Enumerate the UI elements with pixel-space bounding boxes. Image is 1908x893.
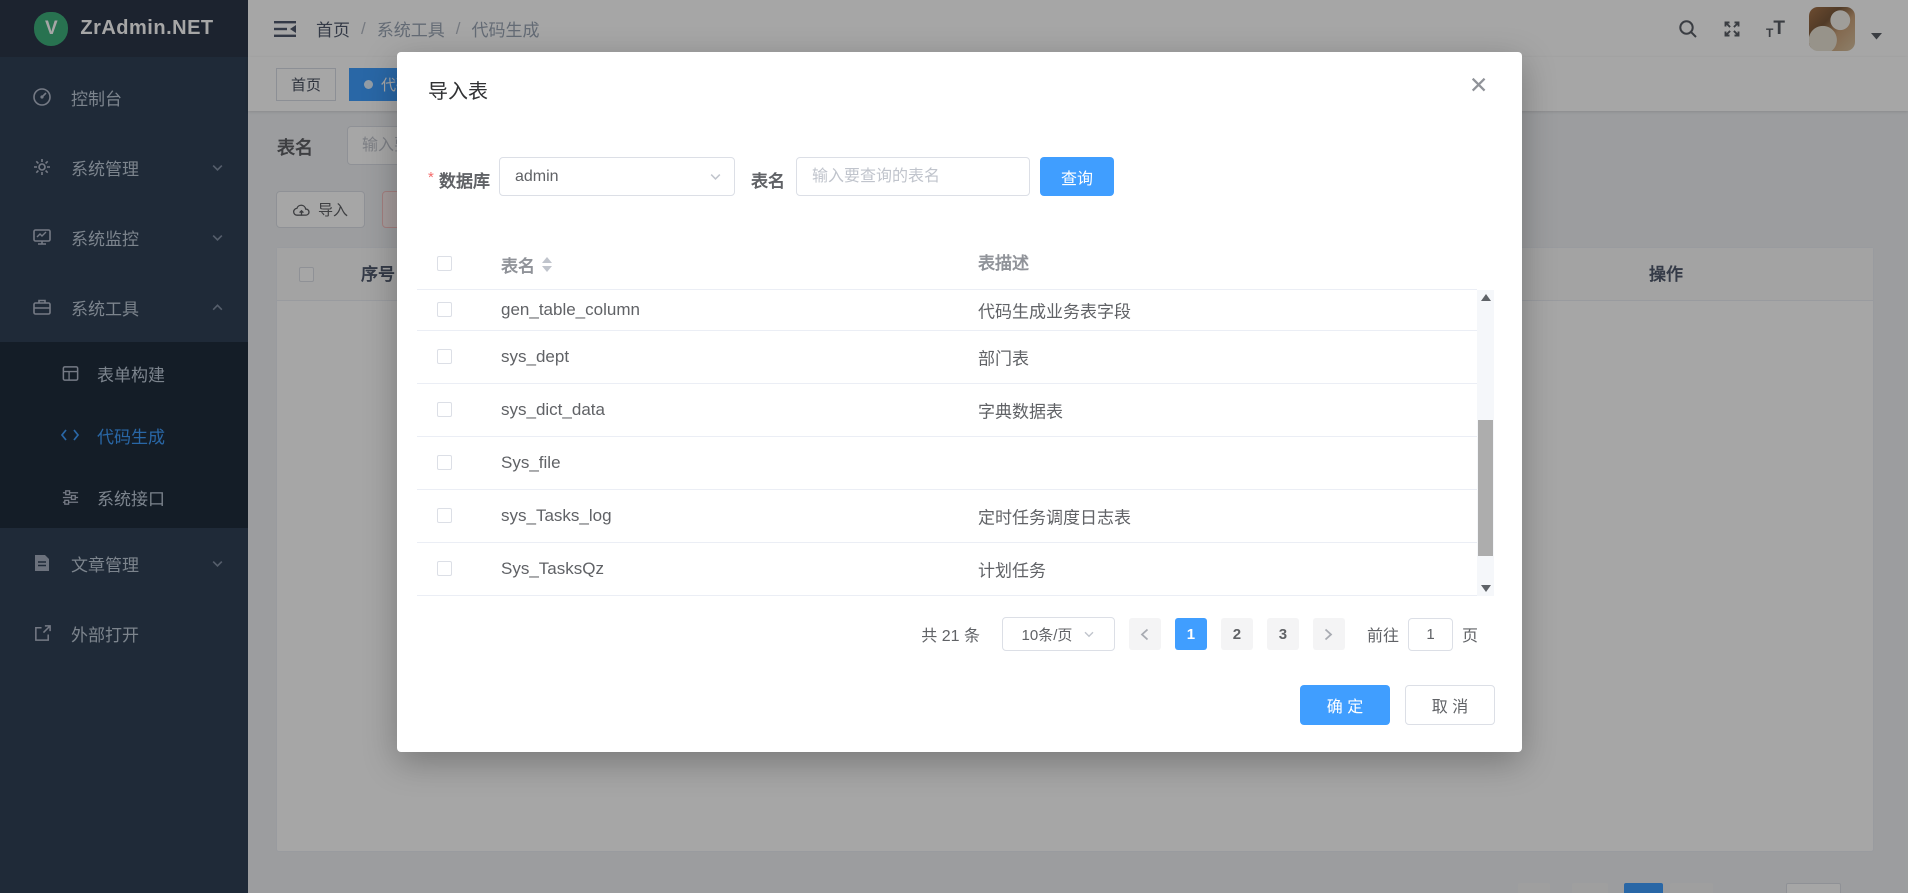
scrollbar-down-icon[interactable] bbox=[1477, 581, 1494, 596]
select-arrow-icon bbox=[1083, 628, 1095, 640]
page-button-1[interactable]: 1 bbox=[1175, 618, 1207, 650]
row-checkbox[interactable] bbox=[437, 402, 452, 417]
scrollbar-thumb[interactable] bbox=[1478, 420, 1493, 556]
scrollbar-up-icon[interactable] bbox=[1477, 290, 1494, 305]
scrollbar[interactable] bbox=[1477, 290, 1494, 596]
table-name-input[interactable] bbox=[796, 157, 1030, 196]
desc-column-header: 表描述 bbox=[978, 238, 1029, 290]
prev-page-button[interactable] bbox=[1129, 618, 1161, 650]
table-row[interactable]: sys_Tasks_log 定时任务调度日志表 bbox=[417, 490, 1477, 543]
page-button-3[interactable]: 3 bbox=[1267, 618, 1299, 650]
table-row[interactable]: Sys_file bbox=[417, 437, 1477, 490]
dialog-pagination: 共 21 条 10条/页 1 2 3 前往 页 bbox=[921, 617, 1478, 651]
database-select[interactable]: admin bbox=[499, 157, 735, 196]
import-table-dialog: 导入表 ✕ * 数据库 admin 表名 查询 表名 表描述 gen_table… bbox=[397, 52, 1522, 752]
table-row[interactable]: sys_dict_data 字典数据表 bbox=[417, 384, 1477, 437]
goto-label: 前往 bbox=[1367, 622, 1399, 646]
page-size-select[interactable]: 10条/页 bbox=[1002, 617, 1115, 651]
goto-page-input[interactable] bbox=[1408, 618, 1453, 651]
select-all-checkbox[interactable] bbox=[437, 256, 452, 271]
table-row[interactable]: Sys_TasksQz 计划任务 bbox=[417, 543, 1477, 596]
cancel-button[interactable]: 取 消 bbox=[1405, 685, 1495, 725]
select-arrow-icon bbox=[709, 170, 722, 183]
search-button[interactable]: 查询 bbox=[1040, 157, 1114, 196]
table-name-label: 表名 bbox=[751, 167, 785, 192]
row-checkbox[interactable] bbox=[437, 508, 452, 523]
dialog-table-body: gen_table_column 代码生成业务表字段 sys_dept 部门表 … bbox=[417, 290, 1477, 596]
confirm-button[interactable]: 确 定 bbox=[1300, 685, 1390, 725]
pagination-total: 共 21 条 bbox=[921, 622, 980, 646]
row-checkbox[interactable] bbox=[437, 349, 452, 364]
page-button-2[interactable]: 2 bbox=[1221, 618, 1253, 650]
table-row[interactable]: gen_table_column 代码生成业务表字段 bbox=[417, 290, 1477, 331]
dialog-table-header: 表名 表描述 bbox=[417, 238, 1477, 290]
row-checkbox[interactable] bbox=[437, 302, 452, 317]
required-mark: * bbox=[428, 169, 434, 186]
dialog-title: 导入表 bbox=[428, 75, 488, 104]
goto-unit-label: 页 bbox=[1462, 622, 1478, 646]
close-icon[interactable]: ✕ bbox=[1465, 70, 1492, 101]
database-select-value: admin bbox=[515, 168, 559, 186]
sort-caret-icon[interactable] bbox=[542, 257, 552, 272]
next-page-button[interactable] bbox=[1313, 618, 1345, 650]
name-column-header: 表名 bbox=[501, 252, 535, 277]
row-checkbox[interactable] bbox=[437, 561, 452, 576]
database-label: 数据库 bbox=[439, 167, 490, 192]
table-row[interactable]: sys_dept 部门表 bbox=[417, 331, 1477, 384]
row-checkbox[interactable] bbox=[437, 455, 452, 470]
